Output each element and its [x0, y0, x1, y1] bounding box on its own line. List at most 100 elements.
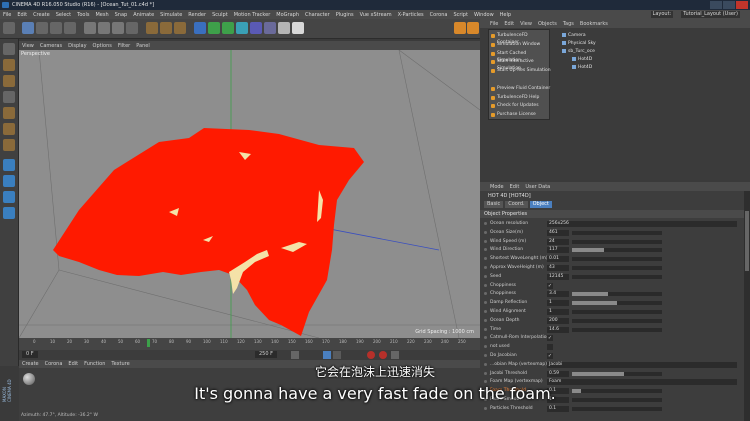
turbulencefd-icon[interactable] [454, 22, 466, 34]
turbulencefd-menu-item[interactable]: Check for Updates [489, 102, 551, 109]
attributes-menu-item[interactable]: Mode [490, 184, 504, 190]
turbulencefd-menu-item[interactable]: TurbulenceFD Help [489, 94, 551, 101]
menu-item[interactable]: X-Particles [398, 12, 424, 18]
render-picture-viewer-icon[interactable] [160, 22, 172, 34]
object-menu-item[interactable]: File [490, 21, 498, 27]
scrollbar-thumb[interactable] [745, 211, 749, 271]
polygons-mode-icon[interactable] [3, 139, 15, 151]
menu-item[interactable]: Plugins [336, 12, 354, 18]
turbulencefd-menu-item[interactable]: Start Cached Simulation [489, 50, 551, 63]
attribute-slider[interactable] [572, 266, 662, 270]
model-mode-icon[interactable] [3, 59, 15, 71]
menu-item[interactable]: Tools [77, 12, 89, 18]
cube-icon[interactable] [194, 22, 206, 34]
attribute-value-field[interactable]: 461 [547, 229, 569, 236]
attribute-value-field[interactable]: 0.1 [547, 405, 569, 412]
perspective-viewport[interactable]: Perspective Grid Spacing : 1000 cm [19, 50, 480, 338]
turbulencefd-menu-item[interactable]: Simulation Window [489, 41, 551, 48]
menu-item[interactable]: Mesh [95, 12, 108, 18]
y-axis-icon[interactable] [98, 22, 110, 34]
object-menu-item[interactable]: Edit [504, 21, 514, 27]
rotate-icon[interactable] [64, 22, 76, 34]
attribute-value-field[interactable]: 117 [547, 247, 569, 254]
make-editable-icon[interactable] [3, 43, 15, 55]
object-item[interactable]: Physical Sky [562, 40, 596, 47]
record-button[interactable] [367, 351, 375, 359]
viewport-menu-item[interactable]: Options [93, 43, 112, 49]
attribute-slider[interactable] [572, 310, 662, 314]
attribute-slider[interactable] [572, 292, 662, 297]
attribute-slider[interactable] [572, 230, 662, 235]
scale-icon[interactable] [50, 22, 62, 34]
menu-item[interactable]: Corona [430, 12, 448, 18]
attribute-slider[interactable] [572, 274, 662, 279]
nurbs-icon[interactable] [222, 22, 234, 34]
object-item[interactable]: Camera [562, 32, 586, 39]
menu-item[interactable]: MoGraph [276, 12, 299, 18]
attribute-value-field[interactable]: 43 [547, 265, 569, 271]
select-icon[interactable] [22, 22, 34, 34]
tweak-mode-icon[interactable] [3, 175, 15, 187]
tab-object[interactable]: Object [529, 201, 552, 208]
attribute-slider[interactable] [572, 406, 662, 411]
minimize-button[interactable] [710, 1, 722, 9]
viewport-canvas[interactable] [19, 50, 480, 338]
attribute-value-field[interactable]: 0.01 [547, 256, 569, 263]
start-frame-field[interactable]: 0 F [22, 351, 38, 358]
object-item[interactable]: Hot4D [572, 56, 592, 63]
object-menu-item[interactable]: View [520, 21, 532, 27]
workplane-icon[interactable] [3, 91, 15, 103]
scene-icon[interactable] [264, 22, 276, 34]
render-settings-icon[interactable] [174, 22, 186, 34]
attribute-value-field[interactable]: 3.4 [547, 291, 569, 298]
attribute-slider[interactable] [572, 301, 662, 306]
menu-item[interactable]: Help [500, 12, 511, 18]
ocean-mesh[interactable] [53, 128, 364, 336]
menu-item[interactable]: File [3, 12, 11, 18]
playhead[interactable] [147, 339, 150, 347]
menu-item[interactable]: Character [305, 12, 330, 18]
spline-icon[interactable] [208, 22, 220, 34]
object-menu-item[interactable]: Bookmarks [580, 21, 608, 27]
menu-item[interactable]: Motion Tracker [234, 12, 271, 18]
menu-item[interactable]: Sculpt [212, 12, 228, 18]
attribute-slider[interactable] [572, 257, 662, 262]
attribute-value-field[interactable]: 14.6 [547, 326, 569, 333]
coordinate-system-icon[interactable] [126, 22, 138, 34]
menu-item[interactable]: Script [453, 12, 468, 18]
go-to-start-button[interactable] [291, 351, 299, 359]
object-menu-item[interactable]: Objects [538, 21, 557, 27]
attribute-slider[interactable] [572, 248, 662, 253]
layout-dropdown[interactable]: Tutorial_Layout (User) [681, 11, 740, 18]
viewport-menu-item[interactable]: View [22, 43, 34, 49]
turbulencefd-menu-item[interactable]: Start Up-Res Simulation [489, 67, 551, 74]
undo-icon[interactable] [3, 22, 15, 34]
attribute-checkbox[interactable]: ✓ [547, 282, 553, 289]
x-axis-icon[interactable] [84, 22, 96, 34]
menu-item[interactable]: Snap [115, 12, 128, 18]
attributes-menu-item[interactable]: User Data [525, 184, 550, 190]
deformer-icon[interactable] [250, 22, 262, 34]
lock-workplane-icon[interactable] [3, 207, 15, 219]
camera-icon[interactable] [278, 22, 290, 34]
axis-mode-icon[interactable] [3, 159, 15, 171]
timeline-ruler[interactable]: 0 10 20 30 40 50 60 70 80 90 100 110 120 130 140 150 160… [33, 339, 473, 347]
array-icon[interactable] [236, 22, 248, 34]
turbulencefd-menu-item[interactable]: Start Interactive Simulation [489, 58, 551, 71]
attribute-value-field[interactable]: 24 [547, 238, 569, 245]
z-axis-icon[interactable] [112, 22, 124, 34]
end-frame-field[interactable]: 250 F [255, 351, 278, 358]
turbulencefd-menu-item[interactable]: Preview Fluid Container [489, 85, 551, 92]
viewport-menu-item[interactable]: Panel [136, 43, 150, 49]
menu-item[interactable]: Vue xStream [360, 12, 392, 18]
section-header[interactable]: Object Properties [480, 210, 748, 218]
attribute-slider[interactable] [572, 327, 662, 332]
menu-item[interactable]: Create [33, 12, 50, 18]
attribute-dropdown[interactable]: 256x256 [547, 221, 737, 227]
menu-item[interactable]: Animate [133, 12, 154, 18]
menu-item[interactable]: Select [56, 12, 71, 18]
render-view-icon[interactable] [146, 22, 158, 34]
tab-basic[interactable]: Basic [484, 201, 504, 208]
move-icon[interactable] [36, 22, 48, 34]
attribute-checkbox[interactable] [547, 344, 553, 351]
